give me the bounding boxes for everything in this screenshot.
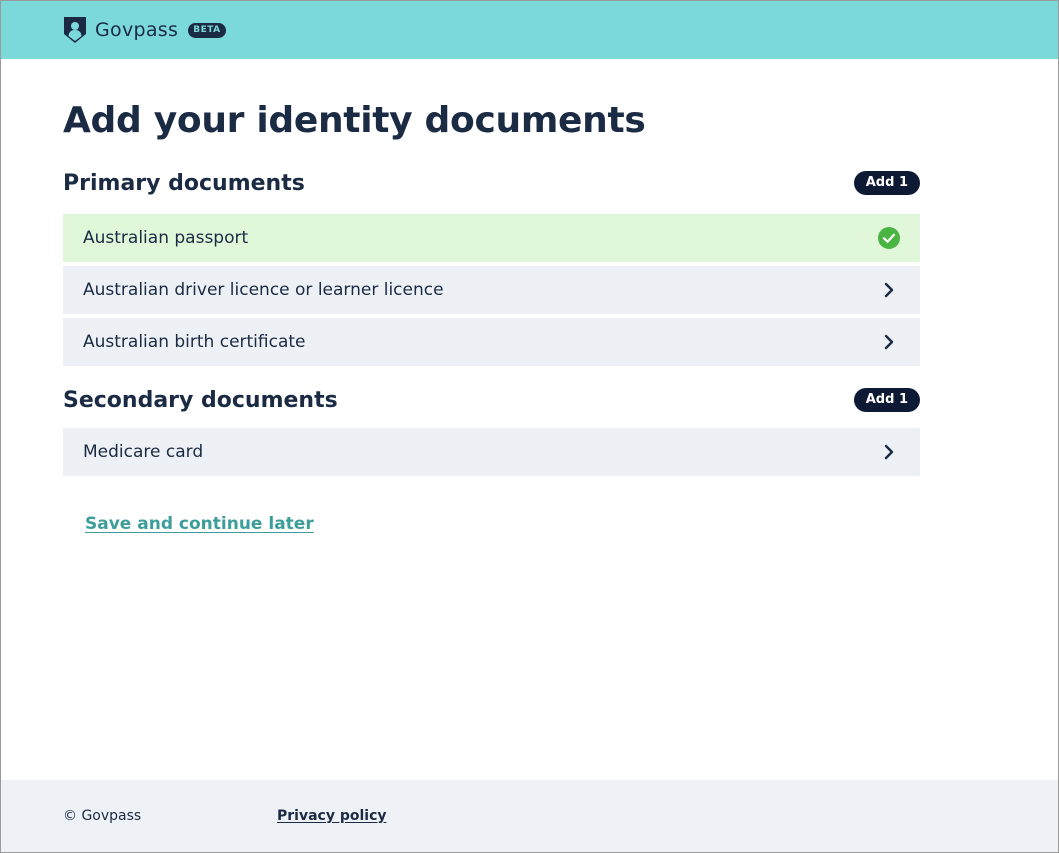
footer: © Govpass Privacy policy [1,780,1058,852]
top-bar: Govpass BETA [1,1,1058,59]
document-label: Australian passport [83,227,249,248]
document-item-australian-passport[interactable]: Australian passport [63,213,920,262]
brand-name: Govpass [95,19,179,41]
document-label: Australian driver licence or learner lic… [83,279,444,300]
secondary-document-list: Medicare card [63,427,920,476]
app-frame: Govpass BETA Add your identity documents… [0,0,1059,853]
secondary-count-badge: Add 1 [853,388,920,413]
primary-section-title: Primary documents [63,170,305,196]
chevron-right-icon [884,282,894,297]
secondary-documents-section: Secondary documents Add 1 Medicare card [63,388,920,476]
primary-documents-section: Primary documents Add 1 Australian passp… [63,171,920,366]
beta-badge: BETA [188,22,226,38]
privacy-policy-link[interactable]: Privacy policy [277,808,387,824]
document-label: Australian birth certificate [83,331,306,352]
document-label: Medicare card [83,441,204,462]
primary-section-header: Primary documents Add 1 [63,171,920,196]
brand[interactable]: Govpass BETA [63,16,226,44]
secondary-section-header: Secondary documents Add 1 [63,388,920,413]
main-content: Add your identity documents Primary docu… [1,59,1058,780]
document-item-driver-licence[interactable]: Australian driver licence or learner lic… [63,265,920,314]
chevron-right-icon [884,444,894,459]
shield-person-icon [64,17,86,43]
save-and-continue-later-link[interactable]: Save and continue later [85,514,314,534]
primary-count-badge: Add 1 [853,171,920,196]
check-circle-icon [878,226,900,249]
secondary-section-title: Secondary documents [63,387,338,413]
chevron-right-icon [884,334,894,349]
document-item-birth-certificate[interactable]: Australian birth certificate [63,317,920,366]
primary-document-list: Australian passport Australian driver li… [63,213,920,366]
copyright-text: © Govpass [63,808,142,824]
document-item-medicare-card[interactable]: Medicare card [63,427,920,476]
page-title: Add your identity documents [63,100,646,141]
